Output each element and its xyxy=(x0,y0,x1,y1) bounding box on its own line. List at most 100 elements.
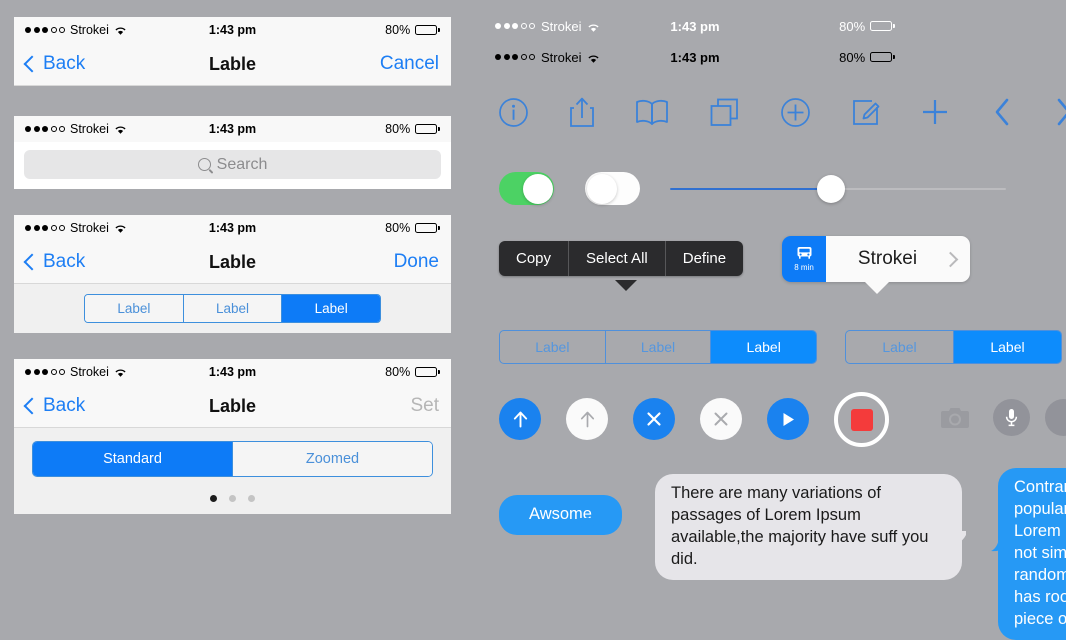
page-dot-0[interactable] xyxy=(210,495,217,502)
segmented-control-two: Label Label xyxy=(845,330,1062,364)
close-icon xyxy=(714,412,728,426)
display-zoom-segmented-control: Standard Zoomed xyxy=(32,441,433,477)
signal-strength-icon xyxy=(25,369,65,375)
signal-strength-icon xyxy=(25,225,65,231)
battery-percent-label: 80% xyxy=(839,18,866,34)
chevron-right-icon xyxy=(942,251,959,267)
back-button[interactable]: Back xyxy=(23,251,86,273)
wifi-icon xyxy=(114,124,127,134)
wifi-icon xyxy=(114,25,127,35)
menu-item-copy[interactable]: Copy xyxy=(499,241,570,276)
navigation-bar: Back Lable Set xyxy=(14,385,451,428)
compose-icon[interactable] xyxy=(851,97,881,127)
status-bar-right: 80% xyxy=(385,122,440,136)
segment-2[interactable]: Label xyxy=(282,295,380,322)
arrow-up-blue-button[interactable] xyxy=(499,398,541,440)
text-selection-menu: Copy Select All Define xyxy=(499,241,744,276)
cancel-button[interactable]: Cancel xyxy=(380,53,439,75)
wifi-icon xyxy=(114,367,127,377)
battery-percent-label: 80% xyxy=(385,122,411,136)
segment-1[interactable]: Label xyxy=(606,331,712,363)
bubble-tail-outgoing xyxy=(578,518,601,534)
back-button-label: Back xyxy=(43,53,86,74)
pages-copy-icon[interactable] xyxy=(709,97,740,128)
segment-0[interactable]: Label xyxy=(85,295,184,322)
wifi-icon xyxy=(114,223,127,233)
battery-icon xyxy=(870,51,895,63)
menu-item-define[interactable]: Define xyxy=(666,241,743,276)
segment-0[interactable]: Label xyxy=(846,331,954,363)
done-button[interactable]: Done xyxy=(394,251,439,273)
status-bar-right: 80% xyxy=(385,23,440,37)
page-dots xyxy=(14,483,451,514)
search-input[interactable]: Search xyxy=(24,150,441,179)
toggle-off[interactable] xyxy=(585,172,640,205)
chevron-right-icon[interactable] xyxy=(1055,97,1066,127)
plus-circle-icon[interactable] xyxy=(780,97,811,128)
camera-icon[interactable] xyxy=(940,406,970,435)
segmented-control-three: Label Label Label xyxy=(499,330,817,364)
back-button-label: Back xyxy=(43,251,86,272)
segment-zoomed[interactable]: Zoomed xyxy=(233,442,432,476)
search-bar-container: Search xyxy=(14,142,451,189)
transit-notification-banner[interactable]: 8 min Strokei xyxy=(782,236,970,282)
status-bar-left: Strokei xyxy=(25,221,127,235)
banner-pointer xyxy=(864,281,890,294)
info-circle-icon[interactable] xyxy=(498,97,529,128)
segment-0[interactable]: Label xyxy=(500,331,606,363)
status-bar-right: 80% xyxy=(839,50,895,65)
chevron-left-icon[interactable] xyxy=(993,97,1011,127)
stop-record-button[interactable] xyxy=(834,392,889,447)
toggle-on[interactable] xyxy=(499,172,554,205)
toggle-knob xyxy=(522,173,553,204)
segment-1[interactable]: Label xyxy=(183,295,283,322)
status-bar-right: 80% xyxy=(839,19,895,34)
microphone-button[interactable] xyxy=(993,399,1030,436)
close-blue-button[interactable] xyxy=(633,398,675,440)
carrier-label: Strokei xyxy=(70,122,109,136)
banner-title: Strokei xyxy=(857,248,918,269)
carrier-label: Strokei xyxy=(70,365,109,379)
toggle-knob xyxy=(586,173,617,204)
search-placeholder: Search xyxy=(216,155,268,173)
microphone-icon xyxy=(1005,409,1018,427)
segment-1[interactable]: Label xyxy=(954,331,1061,363)
back-button-label: Back xyxy=(43,395,86,416)
carrier-label: Strokei xyxy=(70,23,109,37)
arrow-up-white-button[interactable] xyxy=(566,398,608,440)
page-dot-1[interactable] xyxy=(229,495,236,502)
message-bubble-incoming[interactable]: There are many variations of passages of… xyxy=(655,474,962,580)
arrow-up-icon xyxy=(580,411,594,427)
status-bar-black: Strokei 1:43 pm 80% xyxy=(495,49,895,65)
chevron-left-icon xyxy=(23,397,41,415)
status-bar-left: Strokei xyxy=(25,23,127,37)
extra-round-button[interactable] xyxy=(1045,399,1066,436)
status-bar: Strokei 1:43 pm 80% xyxy=(14,116,451,142)
play-blue-button[interactable] xyxy=(767,398,809,440)
status-bar-left: Strokei xyxy=(25,122,127,136)
close-white-button[interactable] xyxy=(700,398,742,440)
battery-icon xyxy=(415,222,440,234)
plus-icon[interactable] xyxy=(921,98,949,126)
battery-icon xyxy=(415,366,440,378)
segment-standard[interactable]: Standard xyxy=(33,442,233,476)
navigation-bar: Back Lable Cancel xyxy=(14,43,451,86)
back-button[interactable]: Back xyxy=(23,395,86,417)
page-dot-2[interactable] xyxy=(248,495,255,502)
volume-slider[interactable] xyxy=(670,174,1006,204)
menu-item-select-all[interactable]: Select All xyxy=(569,241,666,276)
bubble-tail-outgoing-cut xyxy=(991,536,1011,552)
panel-segmented-three: Strokei 1:43 pm 80% Back Lable Done Labe… xyxy=(14,215,451,333)
carrier-label: Strokei xyxy=(70,221,109,235)
back-button[interactable]: Back xyxy=(23,53,86,75)
message-text: Contrary to popular belief, Lorem Ipsum … xyxy=(1014,478,1066,628)
battery-icon xyxy=(415,24,440,36)
slider-knob[interactable] xyxy=(817,175,846,203)
segment-2[interactable]: Label xyxy=(711,331,816,363)
status-bar: Strokei 1:43 pm 80% xyxy=(14,17,451,43)
battery-percent-label: 80% xyxy=(839,49,866,65)
book-icon[interactable] xyxy=(635,98,669,126)
share-upload-icon[interactable] xyxy=(569,96,595,128)
message-bubble-outgoing[interactable]: Awsome xyxy=(499,495,622,535)
set-button[interactable]: Set xyxy=(410,395,439,417)
